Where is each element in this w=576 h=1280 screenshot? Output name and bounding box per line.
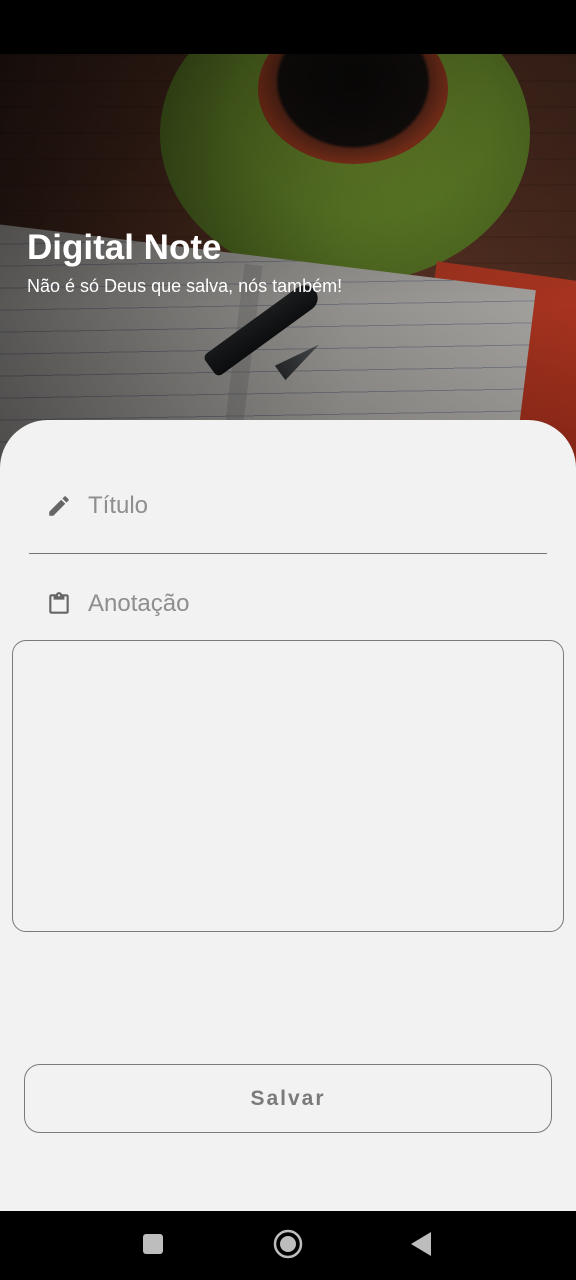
home-button[interactable]	[273, 1229, 303, 1264]
triangle-back-icon	[409, 1231, 433, 1262]
title-input[interactable]	[88, 492, 528, 520]
note-field-row: Anotação	[46, 590, 189, 618]
note-textarea[interactable]	[12, 640, 564, 932]
status-bar	[0, 0, 576, 54]
square-icon	[142, 1233, 164, 1260]
system-navigation-bar	[0, 1211, 576, 1280]
app-title: Digital Note	[27, 228, 222, 267]
note-form-card: Anotação Salvar	[0, 420, 576, 1211]
recents-button[interactable]	[138, 1231, 168, 1261]
title-field-row	[46, 492, 528, 520]
note-label: Anotação	[88, 590, 190, 617]
pencil-icon	[46, 493, 72, 519]
circle-icon	[273, 1229, 303, 1264]
app-subtitle: Não é só Deus que salva, nós também!	[27, 276, 343, 296]
title-underline	[29, 553, 547, 554]
back-button[interactable]	[406, 1231, 436, 1261]
clipboard-icon	[46, 591, 72, 617]
save-button[interactable]: Salvar	[24, 1064, 552, 1133]
header-banner: Digital Note Não é só Deus que salva, nó…	[0, 54, 576, 474]
